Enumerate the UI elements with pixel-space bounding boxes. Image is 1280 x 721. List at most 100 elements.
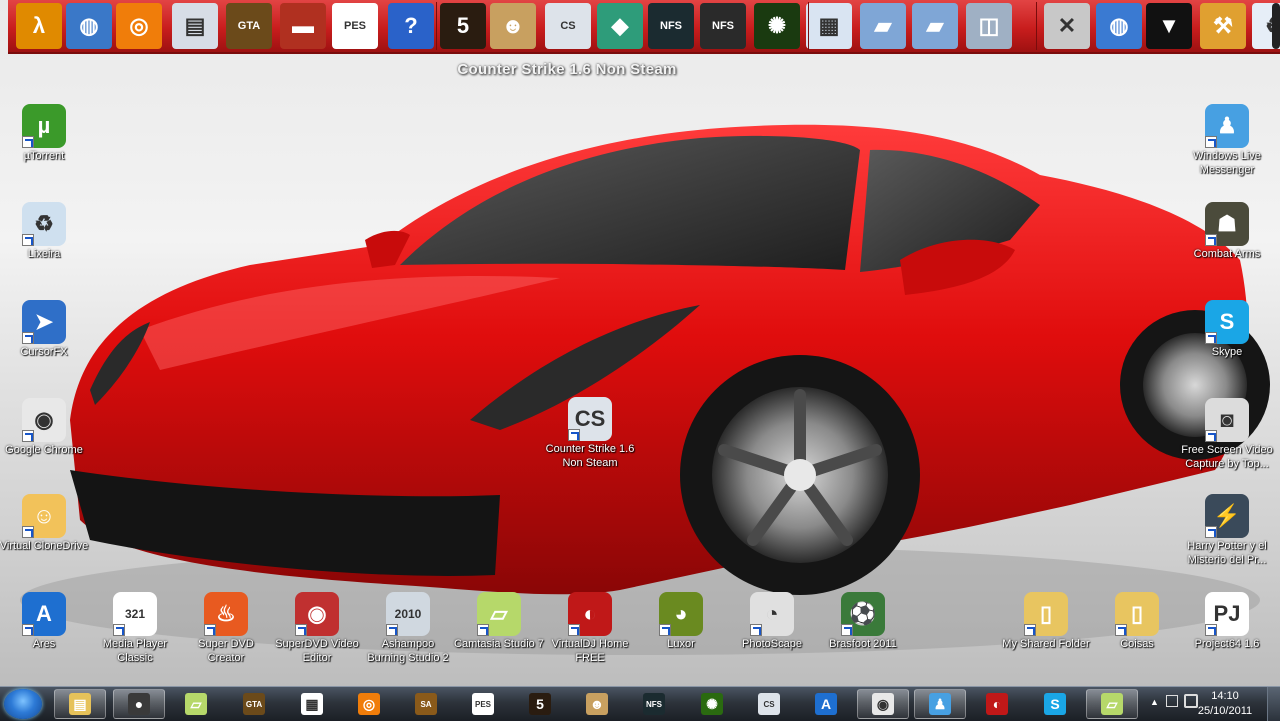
taskbar-chrome[interactable]: ◉	[857, 689, 909, 719]
help-icon[interactable]: ?	[388, 3, 434, 49]
taskbar: ▤ ● ▱ GTA ▦ ◎ SA PES 5 ☻ NFS ✺ CS A ◉ ♟ ◐ S ▱ ▲ 14:10 25/1…	[0, 686, 1280, 721]
dock-separator	[1036, 2, 1037, 50]
drive-icon[interactable]: ◫	[966, 3, 1012, 49]
folder-blue-icon[interactable]: ▰	[912, 3, 958, 49]
orange-swirl-icon[interactable]: ◎	[116, 3, 162, 49]
shortcut-label: Project64 1.6	[1194, 638, 1260, 650]
shortcut-label: Luxor	[667, 638, 695, 650]
tools-icon[interactable]: ✕	[1044, 3, 1090, 49]
desktop-shortcut[interactable]: ◙ Free Screen Video Capture by Top...	[1181, 398, 1273, 471]
desktop-shortcut[interactable]: S Skype	[1181, 300, 1273, 359]
desktop-shortcut[interactable]: ◔ PhotoScape	[726, 592, 818, 651]
shortcut-arrow-icon	[22, 136, 34, 148]
desktop-shortcut[interactable]: ⚡ Harry Potter y el Misterio del Pr...	[1181, 494, 1273, 567]
partial-icon[interactable]	[1272, 3, 1280, 49]
media-player-classic-icon: 321	[113, 592, 157, 636]
taskbar-orange-swirl[interactable]: ◎	[343, 689, 395, 719]
document-icon: ▦	[301, 693, 323, 715]
desktop-shortcut[interactable]: ▯ Coisas	[1091, 592, 1183, 651]
desktop-shortcut[interactable]: ♟ Windows Live Messenger	[1181, 104, 1273, 177]
desktop-shortcut[interactable]: ♨ Super DVD Creator	[180, 592, 272, 665]
taskbar-nfs[interactable]: NFS	[628, 689, 680, 719]
desktop-shortcut[interactable]: A Ares	[0, 592, 90, 651]
brasfoot-icon: ⚽	[841, 592, 885, 636]
camtasia-icon: ▱	[185, 693, 207, 715]
action-center-icon[interactable]	[1166, 695, 1178, 707]
shortcut-label: VirtualDJ Home FREE	[551, 638, 629, 664]
pes-2010-demo-icon[interactable]: PES	[332, 3, 378, 49]
taskbar-green-crystal[interactable]: ✺	[686, 689, 738, 719]
desktop-shortcut[interactable]: ◉ Google Chrome	[0, 398, 90, 457]
taskbar-camtasia-recorder[interactable]: ●	[113, 689, 165, 719]
desktop-shortcut[interactable]: 2010 Ashampoo Burning Studio 2	[362, 592, 454, 665]
clock-date[interactable]: 25/10/2011	[1190, 705, 1260, 717]
gta-san-andreas-icon[interactable]: GTA	[226, 3, 272, 49]
taskbar-skype[interactable]: S	[1029, 689, 1081, 719]
hammer-icon[interactable]: ⚒	[1200, 3, 1246, 49]
shortcut-arrow-icon	[22, 332, 34, 344]
taskbar-messenger[interactable]: ♟	[914, 689, 966, 719]
taskbar-camtasia-2[interactable]: ▱	[1086, 689, 1138, 719]
desktop-shortcut[interactable]: µ µTorrent	[0, 104, 90, 163]
nfs-icon[interactable]: NFS	[648, 3, 694, 49]
truck-game-icon[interactable]: ▬	[280, 3, 326, 49]
settings-window-icon[interactable]: ▤	[172, 3, 218, 49]
desktop-shortcut[interactable]: PJ Project64 1.6	[1181, 592, 1273, 651]
taskbar-gta[interactable]: GTA	[228, 689, 280, 719]
taskbar-virtualdj[interactable]: ◐	[971, 689, 1023, 719]
shortcut-arrow-icon	[22, 526, 34, 538]
network-globe-icon[interactable]: ◍	[66, 3, 112, 49]
chrome-icon: ◉	[872, 693, 894, 715]
taskbar-pes[interactable]: PES	[457, 689, 509, 719]
folder-icon[interactable]: ▰	[860, 3, 906, 49]
desktop-shortcut[interactable]: ☺ Virtual CloneDrive	[0, 494, 90, 553]
desktop-shortcut[interactable]: CS Counter Strike 1.6 Non Steam	[544, 397, 636, 470]
desktop-shortcut[interactable]: ➤ CursorFX	[0, 300, 90, 359]
tshirt-icon[interactable]: ▼	[1146, 3, 1192, 49]
virtualdj-icon: ◐	[986, 693, 1008, 715]
sims-icon[interactable]: ◆	[597, 3, 643, 49]
taskbar-explorer[interactable]: ▤	[54, 689, 106, 719]
photoscape-icon: ◔	[750, 592, 794, 636]
dock-separator	[808, 2, 809, 50]
desktop-shortcut[interactable]: ◕ Luxor	[635, 592, 727, 651]
desktop-shortcut[interactable]: ☗ Combat Arms	[1181, 202, 1273, 261]
desktop-shortcut[interactable]: ⚽ Brasfoot 2011	[817, 592, 909, 651]
taskbar-document[interactable]: ▦	[286, 689, 338, 719]
taskbar-resident-evil[interactable]: 5	[514, 689, 566, 719]
desktop-shortcut[interactable]: ◐ VirtualDJ Home FREE	[544, 592, 636, 665]
desktop-shortcut[interactable]: ▯ My Shared Folder	[1000, 592, 1092, 651]
harry-potter-icon: ⚡	[1205, 494, 1249, 538]
desktop-shortcut[interactable]: ♻ Lixeira	[0, 202, 90, 261]
green-crystal-icon[interactable]: ✺	[754, 3, 800, 49]
shortcut-arrow-icon	[1205, 624, 1217, 636]
soldier-game-icon[interactable]: ☻	[490, 3, 536, 49]
taskbar-ares[interactable]: A	[800, 689, 852, 719]
half-life-icon[interactable]: λ	[16, 3, 62, 49]
soldier-game-icon: ☻	[586, 693, 608, 715]
internet-globe-icon[interactable]: ◍	[1096, 3, 1142, 49]
resident-evil-5-icon[interactable]: 5	[440, 3, 486, 49]
documents-icon[interactable]: ▦	[806, 3, 852, 49]
counter-strike-icon[interactable]: CS	[545, 3, 591, 49]
desktop-shortcut[interactable]: ▱ Camtasia Studio 7	[453, 592, 545, 651]
taskbar-counter-strike[interactable]: CS	[743, 689, 795, 719]
tray-expand-icon[interactable]: ▲	[1150, 697, 1159, 707]
shortcut-label: Lixeira	[27, 248, 61, 260]
taskbar-soldier-game[interactable]: ☻	[571, 689, 623, 719]
nfs-dark-icon[interactable]: NFS	[700, 3, 746, 49]
skype-icon: S	[1205, 300, 1249, 344]
project64-icon: PJ	[1205, 592, 1249, 636]
shortcut-label: Coisas	[1120, 638, 1154, 650]
desktop-shortcut[interactable]: 321 Media Player Classic	[89, 592, 181, 665]
shortcut-label: Skype	[1211, 346, 1243, 358]
shortcut-label: My Shared Folder	[1002, 638, 1090, 650]
ares-icon: A	[22, 592, 66, 636]
taskbar-gta-sa[interactable]: SA	[400, 689, 452, 719]
start-button[interactable]	[4, 689, 42, 719]
show-desktop-button[interactable]	[1267, 687, 1280, 721]
desktop-shortcut[interactable]: ◉ SuperDVD Video Editor	[271, 592, 363, 665]
taskbar-camtasia[interactable]: ▱	[170, 689, 222, 719]
shortcut-label: Ares	[32, 638, 56, 650]
clock-time[interactable]: 14:10	[1190, 690, 1260, 702]
